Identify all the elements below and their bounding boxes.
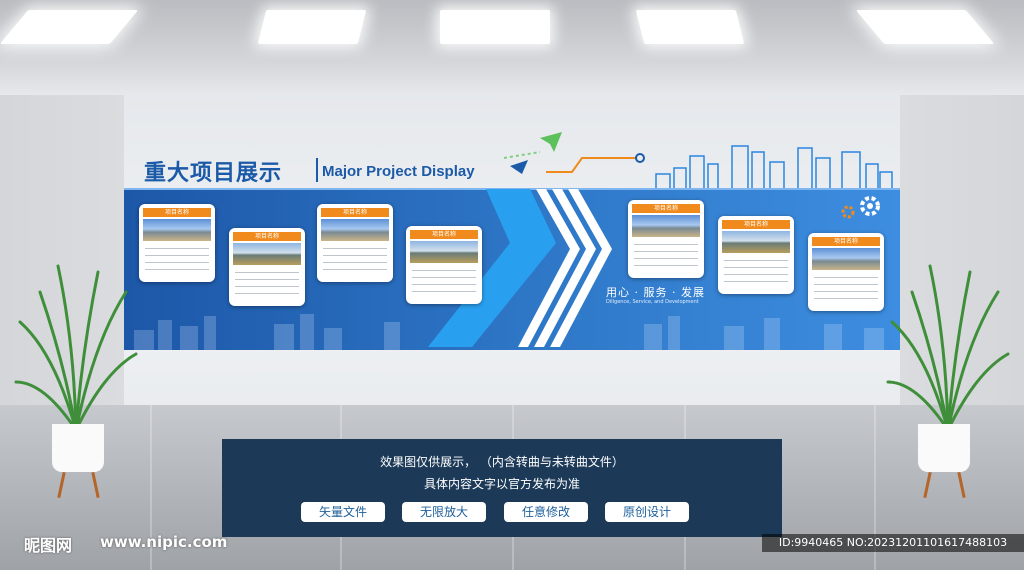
page-title: 重大项目展示 xyxy=(144,160,283,185)
watermark-id: ID:9940465 NO:20231201101617488103 xyxy=(762,534,1024,552)
plant-right-icon xyxy=(886,264,1010,432)
gear-icon xyxy=(841,196,880,219)
project-photo xyxy=(812,248,880,270)
slogan: 用心 · 服务 · 发展 xyxy=(606,286,705,299)
text-line xyxy=(323,255,387,256)
ceiling-light xyxy=(855,10,995,44)
project-card[interactable]: 项目名称 xyxy=(139,204,215,282)
page-subtitle: Major Project Display xyxy=(322,163,475,180)
text-line xyxy=(145,262,209,263)
project-card[interactable]: 项目名称 xyxy=(628,200,704,278)
text-line xyxy=(634,244,698,245)
paper-plane-icon xyxy=(503,132,645,174)
text-line xyxy=(235,272,299,273)
text-line xyxy=(814,291,878,292)
project-card[interactable]: 项目名称 xyxy=(718,216,794,294)
ceiling xyxy=(0,0,1024,95)
ceiling-light xyxy=(0,10,139,44)
info-line-2: 具体内容文字以官方发布为准 xyxy=(423,477,580,491)
project-photo xyxy=(321,219,389,241)
text-line xyxy=(724,260,788,261)
text-line xyxy=(634,258,698,259)
project-photo xyxy=(233,243,301,265)
project-name-label: 项目名称 xyxy=(812,237,880,246)
info-panel: 效果图仅供展示， （内含转曲与未转曲文件） 具体内容文字以官方发布为准 xyxy=(222,439,782,537)
text-line xyxy=(323,262,387,263)
plant-left-icon xyxy=(14,264,138,432)
watermark-logo: 昵图网 xyxy=(24,536,73,555)
watermark-site[interactable]: www.nipic.com xyxy=(100,533,227,551)
project-name-label: 项目名称 xyxy=(722,220,790,229)
text-line xyxy=(145,269,209,270)
project-name-label: 项目名称 xyxy=(321,208,389,217)
text-line xyxy=(814,298,878,299)
project-photo xyxy=(632,215,700,237)
plant-pot xyxy=(918,424,970,472)
project-name-label: 项目名称 xyxy=(233,232,301,241)
project-name-label: 项目名称 xyxy=(143,208,211,217)
text-line xyxy=(235,286,299,287)
text-line xyxy=(724,274,788,275)
project-photo xyxy=(410,241,478,263)
project-card[interactable]: 项目名称 xyxy=(229,228,305,306)
text-line xyxy=(412,270,476,271)
text-line xyxy=(412,291,476,292)
text-line xyxy=(814,284,878,285)
text-line xyxy=(235,279,299,280)
free-edit-button[interactable]: 任意修改 xyxy=(504,502,588,522)
ceiling-light xyxy=(635,10,745,44)
text-line xyxy=(724,267,788,268)
project-photo xyxy=(722,231,790,253)
project-card[interactable]: 项目名称 xyxy=(317,204,393,282)
project-name-label: 项目名称 xyxy=(632,204,700,213)
ceiling-light xyxy=(440,10,550,44)
text-line xyxy=(412,277,476,278)
project-card[interactable]: 项目名称 xyxy=(808,233,884,311)
text-line xyxy=(235,293,299,294)
text-line xyxy=(634,251,698,252)
info-line-1: 效果图仅供展示， （内含转曲与未转曲文件） xyxy=(380,455,624,469)
text-line xyxy=(724,281,788,282)
text-line xyxy=(323,248,387,249)
text-line xyxy=(634,265,698,266)
project-photo xyxy=(143,219,211,241)
city-skyline-icon xyxy=(655,145,893,190)
project-card[interactable]: 项目名称 xyxy=(406,226,482,304)
text-line xyxy=(323,269,387,270)
text-line xyxy=(145,255,209,256)
vector-file-button[interactable]: 矢量文件 xyxy=(301,502,385,522)
title-divider xyxy=(316,158,318,182)
chevron-arrow-graphic xyxy=(428,189,612,347)
original-design-button[interactable]: 原创设计 xyxy=(605,502,689,522)
plant-pot xyxy=(52,424,104,472)
ceiling-light xyxy=(257,10,367,44)
slogan-english: Diligence, Service, and Development xyxy=(606,299,699,305)
text-line xyxy=(412,284,476,285)
text-line xyxy=(814,277,878,278)
infinite-zoom-button[interactable]: 无限放大 xyxy=(402,502,486,522)
project-name-label: 项目名称 xyxy=(410,230,478,239)
text-line xyxy=(145,248,209,249)
